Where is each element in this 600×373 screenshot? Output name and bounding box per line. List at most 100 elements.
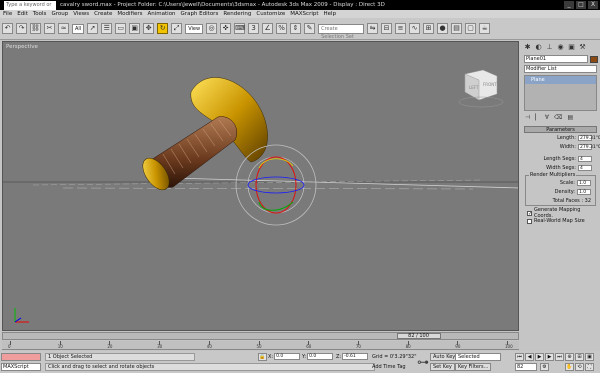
render-setup-icon[interactable]: ▤ <box>451 23 463 34</box>
select-rotate-icon[interactable]: ↻ <box>157 23 169 34</box>
generate-mapping-box[interactable]: ✓ <box>527 210 532 216</box>
edit-named-selection-icon[interactable]: ✎ <box>304 23 316 34</box>
rendered-frame-icon[interactable]: ▢ <box>465 23 477 34</box>
menu-help[interactable]: Help <box>324 10 337 18</box>
menu-edit[interactable]: Edit <box>17 10 28 18</box>
stack-item-plane[interactable]: Plane <box>525 76 596 84</box>
parameters-rollout-header[interactable]: Parameters <box>524 126 597 133</box>
goto-end-icon[interactable]: ⏭ <box>555 353 564 361</box>
y-field[interactable]: 0.0 <box>307 353 334 360</box>
zoom-all-icon[interactable]: ⊞ <box>575 353 584 361</box>
maxscript-listener-mini[interactable] <box>1 353 41 361</box>
remove-modifier-icon[interactable]: ⌫ <box>554 114 562 121</box>
menu-file[interactable]: File <box>3 10 12 18</box>
maxscript-label[interactable]: MAXScript <box>1 363 41 371</box>
set-key-button[interactable]: Set Key <box>430 363 455 371</box>
length-segs-spinner[interactable]: 4 <box>578 155 592 162</box>
track-bar[interactable]: 0 10 20 30 40 50 60 70 80 90 100 <box>2 341 519 350</box>
selected-dropdown[interactable]: Selected <box>455 353 501 361</box>
select-by-name-icon[interactable]: ☰ <box>101 23 113 34</box>
motion-tab-icon[interactable]: ◉ <box>556 43 565 52</box>
menu-create[interactable]: Create <box>94 10 112 18</box>
menu-maxscript[interactable]: MAXScript <box>290 10 318 18</box>
real-world-map-box[interactable] <box>527 218 532 224</box>
modifier-list-dropdown[interactable]: Modifier List <box>524 65 597 73</box>
key-filters-button[interactable]: Key Filters... <box>455 363 492 371</box>
keyboard-shortcut-icon[interactable]: ⌨ <box>234 23 245 34</box>
play-icon[interactable]: ▶ <box>535 353 544 361</box>
mirror-icon[interactable]: ⇋ <box>367 23 379 34</box>
manipulate-icon[interactable]: ✜ <box>220 23 232 34</box>
pin-stack-icon[interactable]: ⊣ <box>525 114 530 121</box>
select-object-icon[interactable]: ➚ <box>87 23 99 34</box>
maximize-viewport-icon[interactable]: ⛶ <box>585 363 594 371</box>
create-tab-icon[interactable]: ✱ <box>523 43 532 52</box>
reference-coordinate-dropdown[interactable]: View <box>185 23 204 34</box>
make-unique-icon[interactable]: ∀ <box>545 114 549 121</box>
close-button[interactable]: X <box>588 1 598 9</box>
goto-start-icon[interactable]: ⏮ <box>515 353 524 361</box>
length-spinner[interactable]: 279.31"0' <box>578 134 600 141</box>
schematic-view-icon[interactable]: ⊞ <box>423 23 435 34</box>
region-select-icon[interactable]: ▭ <box>115 23 127 34</box>
object-name-field[interactable]: Plane01 <box>524 55 588 63</box>
display-tab-icon[interactable]: ▣ <box>567 43 576 52</box>
add-time-tag[interactable]: Add Time Tag <box>372 363 406 371</box>
time-slider-thumb[interactable]: 82 / 100 <box>396 333 441 339</box>
material-editor-icon[interactable]: ● <box>437 23 449 34</box>
z-field[interactable]: -0.61 <box>342 353 369 360</box>
spinner-snap-icon[interactable]: ⇕ <box>290 23 302 34</box>
search-input[interactable]: Type a keyword or phrase <box>4 0 56 17</box>
width-segs-spinner[interactable]: 4 <box>578 164 592 171</box>
menu-tools[interactable]: Tools <box>33 10 47 18</box>
snap-toggle-icon[interactable]: 3 <box>248 23 260 34</box>
bind-spacewarp-icon[interactable]: ≈ <box>58 23 69 34</box>
menu-rendering[interactable]: Rendering <box>223 10 251 18</box>
menu-group[interactable]: Group <box>51 10 68 18</box>
quick-render-icon[interactable]: ☕ <box>479 23 491 34</box>
x-field[interactable]: 0.0 <box>274 353 301 360</box>
show-end-result-icon[interactable]: ▏ <box>535 114 540 121</box>
angle-snap-icon[interactable]: ∠ <box>262 23 274 34</box>
curve-editor-icon[interactable]: ∿ <box>409 23 421 34</box>
configure-sets-icon[interactable]: ▤ <box>567 114 573 121</box>
pivot-center-icon[interactable]: ◎ <box>206 23 218 34</box>
undo-icon[interactable]: ↶ <box>2 23 13 34</box>
menu-animation[interactable]: Animation <box>148 10 176 18</box>
maximize-button[interactable]: □ <box>576 1 586 9</box>
time-slider[interactable]: 82 / 100 <box>2 332 519 340</box>
menu-views[interactable]: Views <box>73 10 89 18</box>
layer-manager-icon[interactable]: ≡ <box>395 23 407 34</box>
zoom-icon[interactable]: ⊕ <box>565 353 574 361</box>
hierarchy-tab-icon[interactable]: ⊥ <box>545 43 554 52</box>
menu-graph-editors[interactable]: Graph Editors <box>181 10 219 18</box>
link-icon[interactable]: ⛓ <box>30 23 41 34</box>
percent-snap-icon[interactable]: % <box>276 23 288 34</box>
selection-filter-dropdown[interactable]: All <box>72 23 85 34</box>
object-color-swatch[interactable] <box>590 56 598 63</box>
next-frame-icon[interactable]: ▶ <box>545 353 554 361</box>
viewcube[interactable]: LEFT FRONT <box>458 69 504 108</box>
lock-selection-icon[interactable]: 🔒 <box>258 353 267 361</box>
utilities-tab-icon[interactable]: ⚒ <box>578 43 587 52</box>
select-scale-icon[interactable]: ⤢ <box>171 23 183 34</box>
time-config-icon[interactable]: ⚙ <box>540 363 549 371</box>
redo-icon[interactable]: ↷ <box>16 23 27 34</box>
generate-mapping-checkbox[interactable]: ✓ Generate Mapping Coords. <box>521 207 600 219</box>
align-icon[interactable]: ⊟ <box>381 23 393 34</box>
current-frame-field[interactable]: 82 <box>515 363 537 371</box>
named-selection-dropdown[interactable]: Create Selection Set <box>318 23 365 40</box>
minimize-button[interactable]: _ <box>564 1 574 9</box>
menu-modifiers[interactable]: Modifiers <box>117 10 142 18</box>
select-move-icon[interactable]: ✥ <box>143 23 155 34</box>
density-spinner[interactable]: 1.0 <box>577 188 591 195</box>
scale-spinner[interactable]: 1.0 <box>577 179 591 186</box>
orbit-icon[interactable]: ⟲ <box>575 363 584 371</box>
perspective-viewport[interactable]: Perspective LEFT FRONT <box>2 41 519 331</box>
menu-customize[interactable]: Customize <box>256 10 285 18</box>
zoom-extents-icon[interactable]: ▣ <box>585 353 594 361</box>
set-key-icon[interactable]: ⊶ <box>417 354 429 370</box>
unlink-icon[interactable]: ✂ <box>44 23 55 34</box>
prev-frame-icon[interactable]: ◀ <box>525 353 534 361</box>
modify-tab-icon[interactable]: ◐ <box>534 43 543 52</box>
